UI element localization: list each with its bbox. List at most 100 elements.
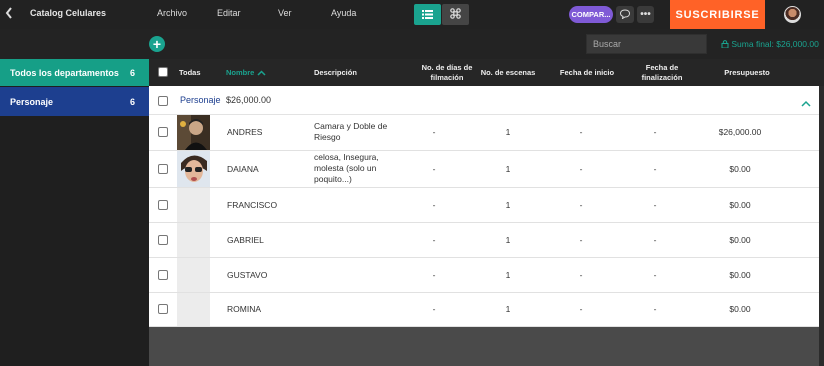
sidebar-item-all-departments[interactable]: Todos los departamentos 6 (0, 59, 149, 86)
photo-placeholder (177, 188, 210, 222)
row-days: - (432, 235, 436, 245)
header-name-label: Nombre (226, 67, 255, 77)
row-checkbox[interactable] (158, 235, 168, 245)
row-budget: $0.00 (729, 270, 751, 280)
row-budget: $0.00 (729, 304, 751, 314)
menu-editar[interactable]: Editar (217, 8, 241, 18)
row-start: - (579, 127, 583, 137)
lock-icon (721, 40, 729, 49)
sidebar-item-count: 6 (129, 96, 135, 107)
man-photo (177, 115, 210, 150)
list-icon (422, 6, 433, 24)
row-scenes: 1 (505, 164, 511, 174)
header-description: Descripción (314, 67, 357, 77)
menu-archivo[interactable]: Archivo (157, 8, 187, 18)
row-name: FRANCISCO (227, 200, 278, 210)
chevron-up-icon (257, 69, 266, 76)
row-start: - (579, 235, 583, 245)
group-name: Personaje (180, 95, 221, 105)
row-end: - (653, 200, 657, 210)
group-checkbox[interactable] (158, 96, 168, 106)
table-row[interactable]: ANDRES Camara y Doble de Riesgo - 1 - - … (149, 115, 819, 151)
sidebar-item-personaje[interactable]: Personaje 6 (0, 87, 149, 116)
menu-ayuda[interactable]: Ayuda (331, 8, 356, 18)
row-budget: $0.00 (729, 164, 751, 174)
header-days-line2: filmación (430, 72, 464, 82)
menu-ver[interactable]: Ver (278, 8, 292, 18)
row-name: GABRIEL (227, 235, 264, 245)
total-sum: Suma final: $26,000.00 (721, 39, 819, 49)
woman-photo (177, 151, 210, 187)
row-end: - (653, 164, 657, 174)
subscribe-button[interactable]: SUSCRIBIRSE (670, 0, 765, 29)
row-checkbox[interactable] (158, 164, 168, 174)
row-checkbox[interactable] (158, 127, 168, 137)
row-start: - (579, 200, 583, 210)
row-start: - (579, 270, 583, 280)
row-checkbox[interactable] (158, 270, 168, 280)
group-row-personaje[interactable]: Personaje $26,000.00 (149, 86, 819, 115)
row-days: - (432, 304, 436, 314)
photo-placeholder (177, 223, 210, 257)
header-end-date: Fecha de finalización (627, 59, 697, 86)
scrollbar-track[interactable] (819, 86, 824, 366)
row-description: Camara y Doble de Riesgo (314, 121, 388, 142)
row-scenes: 1 (505, 127, 511, 137)
row-days: - (432, 164, 436, 174)
chevron-up-icon[interactable] (801, 94, 811, 112)
compare-button[interactable]: COMPAR... (569, 6, 613, 23)
row-budget: $26,000.00 (718, 127, 762, 137)
back-chevron-icon[interactable] (4, 6, 16, 23)
app-title: Catalog Celulares (30, 8, 107, 18)
search-input[interactable] (586, 34, 707, 54)
list-view-button[interactable] (414, 4, 441, 25)
departments-sidebar: Todos los departamentos 6 Personaje 6 (0, 59, 149, 366)
table-row[interactable]: ROMINA - 1 - - $0.00 (149, 293, 819, 327)
speech-bubble-icon (619, 6, 631, 24)
row-checkbox[interactable] (158, 200, 168, 210)
user-avatar[interactable] (784, 6, 801, 23)
table-row[interactable]: DAIANA celosa, Insegura, molesta (solo u… (149, 151, 819, 188)
add-button[interactable]: + (149, 36, 165, 52)
row-start: - (579, 304, 583, 314)
row-budget: $0.00 (729, 235, 751, 245)
header-budget: Presupuesto (724, 67, 770, 77)
command-icon (450, 6, 461, 24)
row-scenes: 1 (505, 235, 511, 245)
photo-placeholder (177, 258, 210, 292)
table-row[interactable]: GUSTAVO - 1 - - $0.00 (149, 258, 819, 293)
total-sum-label: Suma final: $26,000.00 (731, 39, 819, 49)
row-days: - (432, 270, 436, 280)
empty-table-area (149, 327, 819, 366)
row-start: - (579, 164, 583, 174)
header-end-line2: finalización (641, 72, 683, 82)
table-row[interactable]: FRANCISCO - 1 - - $0.00 (149, 188, 819, 223)
row-description: celosa, Insegura, molesta (solo un poqui… (314, 152, 379, 184)
row-end: - (653, 270, 657, 280)
table-row[interactable]: GABRIEL - 1 - - $0.00 (149, 223, 819, 258)
header-all: Todas (179, 67, 201, 77)
row-days: - (432, 127, 436, 137)
row-end: - (653, 127, 657, 137)
comments-button[interactable] (616, 6, 634, 23)
sidebar-item-count: 6 (129, 67, 135, 78)
row-name: ANDRES (227, 127, 263, 137)
row-name: DAIANA (227, 164, 259, 174)
sidebar-item-label: Personaje (10, 96, 54, 107)
row-end: - (653, 235, 657, 245)
grid-view-button[interactable] (442, 4, 469, 25)
row-name: ROMINA (227, 304, 261, 314)
top-bar: Catalog Celulares Archivo Editar Ver Ayu… (0, 0, 824, 29)
more-options-button[interactable]: ••• (637, 6, 654, 23)
header-name-sort[interactable]: Nombre (226, 59, 266, 86)
select-all-checkbox[interactable] (158, 67, 168, 77)
header-start-date: Fecha de inicio (559, 67, 615, 77)
row-checkbox[interactable] (158, 304, 168, 314)
row-scenes: 1 (505, 200, 511, 210)
photo-placeholder (177, 293, 210, 326)
row-scenes: 1 (505, 304, 511, 314)
header-end-line1: Fecha de (645, 62, 679, 72)
group-sum: $26,000.00 (226, 95, 272, 105)
row-end: - (653, 304, 657, 314)
row-days: - (432, 200, 436, 210)
